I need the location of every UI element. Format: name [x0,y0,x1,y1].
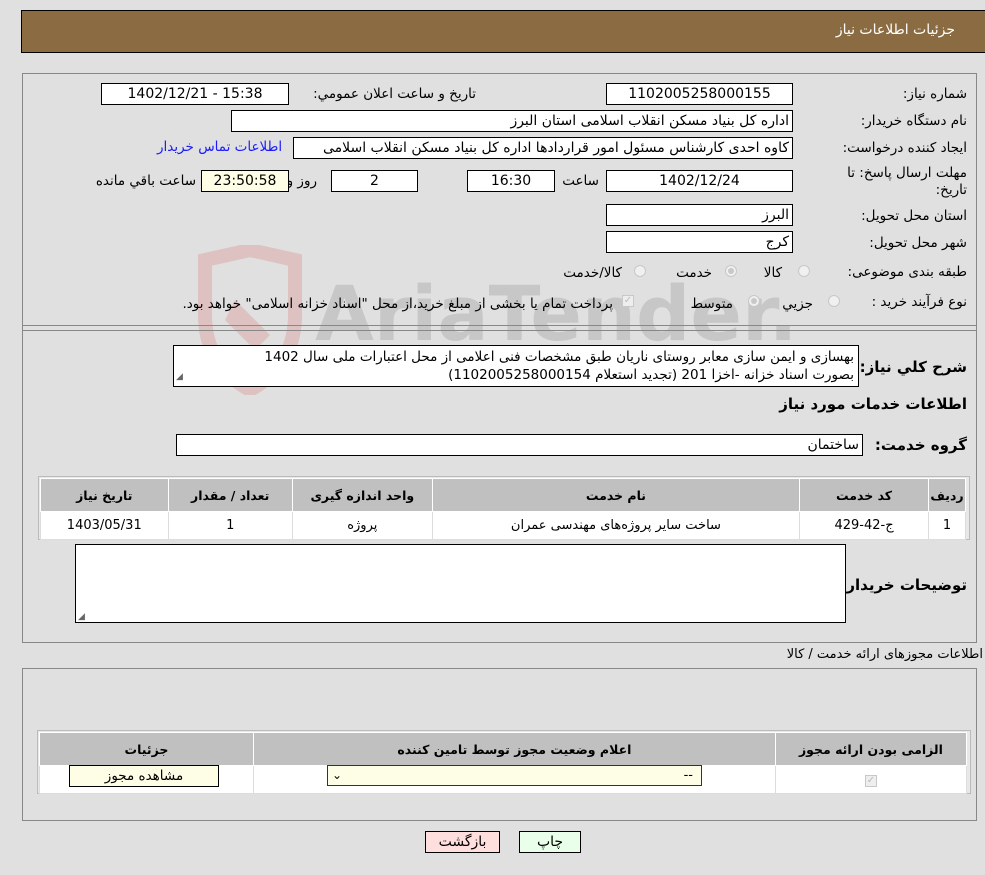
time-label: ساعت [562,173,599,189]
creator-field: کاوه احدی کارشناس مسئول امور قراردادها ا… [293,137,793,159]
cell-quantity: 1 [167,511,293,540]
need-number-label: شماره نیاز: [902,86,967,102]
cell-permit-required: ✓ [774,765,968,794]
category-label: طبقه بندی موضوعی: [847,264,967,280]
buyer-contact-link[interactable]: اطلاعات تماس خریدار [157,139,282,155]
process-label: نوع فرآیند خرید : [871,294,967,310]
service-group-label: گروه خدمت: [874,436,967,454]
need-number-field: 1102005258000155 [606,83,793,105]
category-radio-service[interactable] [725,265,737,277]
creator-label: ایجاد کننده درخواست: [842,140,967,156]
buyer-org-field: اداره کل بنیاد مسکن انقلاب اسلامی استان … [231,110,793,132]
treasury-checkbox[interactable]: ✓ [622,295,634,307]
resize-handle-icon[interactable]: ◢ [78,612,85,622]
category-radio-goods-service[interactable] [634,265,646,277]
cell-row: 1 [928,511,966,540]
col-service-name: نام خدمت [431,478,801,512]
buyer-org-label: نام دستگاه خریدار: [860,113,967,129]
announce-datetime-field: 1402/12/21 - 15:38 [101,83,289,105]
col-service-code: کد خدمت [799,478,930,512]
deadline-time-field: 16:30 [467,170,555,192]
category-radio-goods[interactable] [798,265,810,277]
buyer-notes-label: توضیحات خریدار: [840,576,967,594]
permits-section-title: اطلاعات مجوزهای ارائه خدمت / کالا [786,647,983,662]
col-permit-required: الزامی بودن ارائه مجوز [774,732,968,766]
description-line-1: بهسازی و ایمن سازی معابر روستای ناریان ط… [264,349,854,365]
cell-service-code: ج-42-429 [799,511,930,540]
cell-service-name: ساخت سایر پروژه‌های مهندسی عمران [431,511,801,540]
province-field: البرز [606,204,793,226]
remaining-label: ساعت باقي مانده [95,173,196,189]
view-permit-button[interactable]: مشاهده مجوز [69,765,219,787]
col-permit-details: جزئیات [39,732,254,766]
col-unit: واحد اندازه گیری [291,478,433,512]
cell-unit: پروژه [291,511,433,540]
days-field: 2 [331,170,418,192]
back-button[interactable]: بازگشت [425,831,500,853]
process-radio-medium[interactable] [748,295,760,307]
buyer-notes-textarea[interactable]: ◢ [75,544,846,623]
permit-status-select[interactable]: ⌄ -- [327,765,702,786]
resize-handle-icon[interactable]: ◢ [176,368,183,386]
chevron-down-icon: ⌄ [332,768,343,782]
service-group-field: ساختمان [176,434,863,456]
services-section-title: اطلاعات خدمات مورد نیاز [779,395,967,413]
col-permit-status: اعلام وضعیت مجوز توسط تامین کننده [252,732,776,766]
col-need-date: تاریخ نیاز [40,478,169,512]
description-label: شرح کلي نیاز: [859,358,967,376]
deadline-date-field: 1402/12/24 [606,170,793,192]
page-title: جزئیات اطلاعات نیاز [835,22,955,38]
announce-label: تاریخ و ساعت اعلان عمومي: [313,86,476,102]
treasury-note: پرداخت تمام یا بخشی از مبلغ خرید،از محل … [182,296,613,312]
print-button[interactable]: چاپ [519,831,581,853]
category-option-service: خدمت [676,265,712,281]
remaining-time-field: 23:50:58 [201,170,289,192]
services-table-header: ردیف کد خدمت نام خدمت واحد اندازه گیری ت… [40,478,966,512]
divider [22,325,977,326]
page-header: جزئیات اطلاعات نیاز [21,10,985,53]
permits-table-header: الزامی بودن ارائه مجوز اعلام وضعیت مجوز … [39,732,968,766]
process-radio-minor[interactable] [828,295,840,307]
cell-need-date: 1403/05/31 [40,511,169,540]
category-option-goods: کالا [763,265,782,281]
permit-status-value: -- [683,768,693,783]
permit-required-checkbox[interactable]: ✓ [864,775,877,787]
divider [22,330,977,331]
description-line-2: بصورت اسناد خزانه -اخزا 201 (تجدید استعل… [448,367,854,383]
category-option-goods-service: کالا/خدمت [563,265,622,281]
deadline-label: مهلت ارسال پاسخ: تا [847,165,967,181]
process-option-minor: جزيي [782,296,813,312]
city-label: شهر محل تحویل: [869,235,967,251]
col-quantity: تعداد / مقدار [167,478,293,512]
province-label: استان محل تحویل: [861,208,967,224]
services-table: ردیف کد خدمت نام خدمت واحد اندازه گیری ت… [40,478,966,540]
city-field: کرج [606,231,793,253]
days-label: روز و [286,173,317,189]
col-row: ردیف [928,478,966,512]
process-option-medium: متوسط [690,296,733,312]
deadline-label-2: تاریخ: [935,182,967,198]
table-row: 1 ج-42-429 ساخت سایر پروژه‌های مهندسی عم… [40,511,966,540]
description-textarea[interactable]: بهسازی و ایمن سازی معابر روستای ناریان ط… [173,345,859,387]
